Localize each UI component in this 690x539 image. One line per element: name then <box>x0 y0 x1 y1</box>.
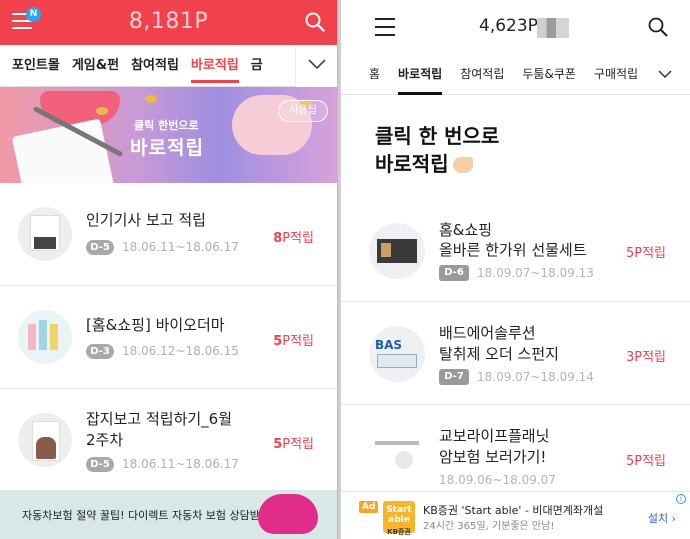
left-header: N 8,181P <box>0 0 337 45</box>
item-thumbnail <box>18 310 72 364</box>
tabs-expand-button[interactable] <box>295 45 337 87</box>
list-item[interactable]: 홈&쇼핑 올바른 한가위 선물세트 D-6 18.09.07~18.09.13 … <box>341 197 690 302</box>
list-item[interactable]: [홈&쇼핑] 바이오더마 D-3 18.06.12~18.06.15 5P적립 <box>0 286 337 389</box>
item-thumbnail <box>18 207 72 261</box>
item-period: 18.09.07~18.09.14 <box>477 370 594 384</box>
lips-illustration <box>258 494 318 534</box>
install-button[interactable]: 설치 › <box>648 510 676 526</box>
ad-app-logo: Start able KB증권 <box>383 501 415 536</box>
item-thumbnail: BAS <box>369 326 425 382</box>
dday-badge: D-5 <box>86 457 114 472</box>
item-period: 18.06.11~18.06.17 <box>122 240 239 254</box>
item-period: 18.09.06~18.09.07 <box>439 473 556 487</box>
menu-icon[interactable] <box>375 18 395 36</box>
category-tabs: 홈 바로적립 참여적립 두툼&쿠폰 구매적립 <box>341 53 690 95</box>
list-item[interactable]: 잡지보고 적립하기_6월 2주차 D-5 18.06.11~18.06.17 5… <box>0 389 337 491</box>
tab-instant-earn[interactable]: 바로적립 <box>185 45 245 87</box>
ad-info-icon[interactable]: i <box>676 494 686 504</box>
ad-title: KB증권 'Start able' - 비대면계좌개설 <box>423 504 604 517</box>
item-period: 18.09.07~18.09.13 <box>477 266 594 280</box>
right-app-screen: 4,623P 홈 바로적립 참여적립 두툼&쿠폰 구매적립 클릭 한 번으로 바… <box>341 0 690 539</box>
list-item[interactable]: 교보라이프플래닛 암보험 보러가기! 18.09.06~18.09.07 5P적… <box>341 405 690 491</box>
item-title-line2: 2주차 <box>86 431 124 449</box>
item-brand: 배드에어솔루션 <box>439 324 536 342</box>
category-tabs: 포인트몰 게임&펀 참여적립 바로적립 금 <box>0 45 337 87</box>
pointing-hand-icon <box>452 157 473 173</box>
search-icon[interactable] <box>648 17 668 37</box>
tab-instant-earn[interactable]: 바로적립 <box>389 53 451 95</box>
bottom-banner-text: 자동차보험 절약 꿀팁! 다이렉트 자동차 보험 상담받기 <box>22 509 271 522</box>
item-title: 탈취제 오더 스펀지 <box>439 345 559 363</box>
tab-participate[interactable]: 참여적립 <box>451 53 513 95</box>
left-app-screen: N 8,181P 포인트몰 게임&펀 참여적립 바로적립 금 클릭 한번으로 바… <box>0 0 338 539</box>
blurred-username <box>537 18 569 38</box>
tab-coupon[interactable]: 두툼&쿠폰 <box>513 53 585 95</box>
list-item[interactable]: 인기기사 보고 적립 D-5 18.06.11~18.06.17 8P적립 <box>0 183 337 286</box>
item-period: 18.06.12~18.06.15 <box>122 344 239 358</box>
item-title: 잡지보고 적립하기_6월 <box>86 410 233 428</box>
banner-line1: 클릭 한번으로 <box>134 119 199 132</box>
insurance-ad-banner[interactable]: 자동차보험 절약 꿀팁! 다이렉트 자동차 보험 상담받기 <box>0 490 337 539</box>
item-points: 5P적립 <box>625 454 666 469</box>
tab-purchase-earn[interactable]: 구매적립 <box>585 53 647 95</box>
item-points: 5P적립 <box>273 437 314 452</box>
item-points: 8P적립 <box>273 231 314 246</box>
notepad-illustration <box>11 118 115 183</box>
chevron-down-icon <box>308 59 326 70</box>
dday-badge: D-7 <box>439 369 469 385</box>
item-thumbnail <box>369 427 425 483</box>
usage-tip-button[interactable]: 사용팁 <box>278 100 328 122</box>
dday-badge: D-5 <box>86 240 114 255</box>
heading-line1: 클릭 한 번으로 <box>375 124 500 148</box>
chevron-down-icon[interactable] <box>658 69 672 79</box>
item-brand: 교보라이프플래닛 <box>439 427 550 445</box>
tab-pointmall[interactable]: 포인트몰 <box>0 45 66 87</box>
item-title: 인기기사 보고 적립 <box>86 211 206 229</box>
right-header: 4,623P <box>341 0 690 53</box>
item-points: 5P적립 <box>273 334 314 349</box>
item-brand: 홈&쇼핑 <box>439 221 493 239</box>
item-thumbnail <box>369 223 425 279</box>
item-thumbnail <box>18 413 72 467</box>
item-title: 올바른 한가위 선물세트 <box>439 241 587 259</box>
item-period: 18.06.11~18.06.17 <box>122 457 239 471</box>
coin-icon <box>145 95 157 103</box>
list-item[interactable]: BAS 배드에어솔루션 탈취제 오더 스펀지 D-7 18.09.07~18.0… <box>341 302 690 405</box>
page-heading: 클릭 한 번으로 바로적립 <box>375 122 499 178</box>
points-balance: 8,181P <box>128 9 209 34</box>
ad-banner[interactable]: Ad Start able KB증권 KB증권 'Start able' - 비대… <box>341 491 690 539</box>
ad-subtitle: 24시간 365일, 기분좋은 만남! <box>423 521 555 532</box>
item-title: 암보험 보러가기! <box>439 448 547 466</box>
tab-home[interactable]: 홈 <box>341 53 389 95</box>
heading-line2: 바로적립 <box>375 152 449 176</box>
item-points: 3P적립 <box>625 350 666 365</box>
banner-line2: 바로적립 <box>130 137 204 159</box>
coin-icon <box>96 107 108 115</box>
item-points: 5P적립 <box>625 246 666 261</box>
item-title: [홈&쇼핑] 바이오더마 <box>86 316 225 334</box>
tab-partial[interactable]: 금 <box>245 45 269 87</box>
points-balance: 4,623P <box>479 16 538 36</box>
tab-participate[interactable]: 참여적립 <box>125 45 185 87</box>
dday-badge: D-6 <box>439 265 469 281</box>
tab-game-fun[interactable]: 게임&펀 <box>66 45 125 87</box>
dday-badge: D-3 <box>86 344 114 359</box>
ad-label: Ad <box>359 501 379 513</box>
search-icon[interactable] <box>305 12 325 32</box>
